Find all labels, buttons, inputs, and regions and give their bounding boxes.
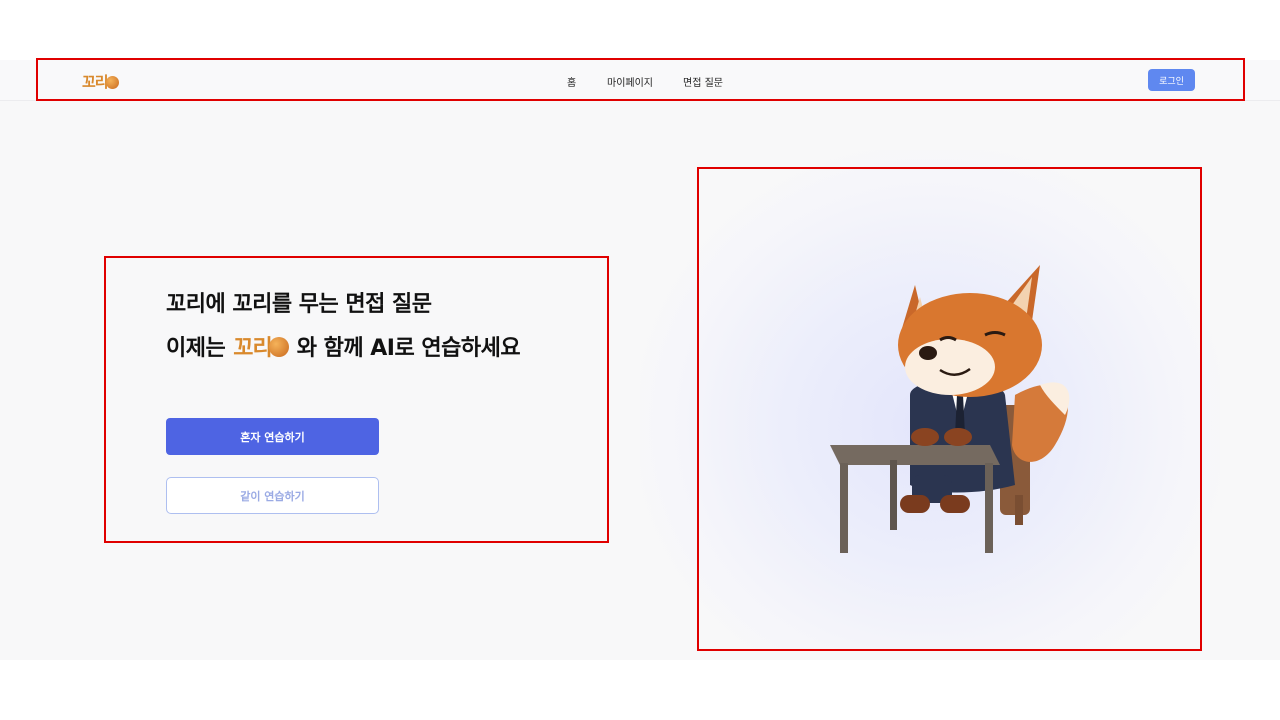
highlight-box-navbar	[36, 58, 1245, 101]
highlight-box-hero	[104, 256, 609, 543]
highlight-box-illustration	[697, 167, 1202, 651]
